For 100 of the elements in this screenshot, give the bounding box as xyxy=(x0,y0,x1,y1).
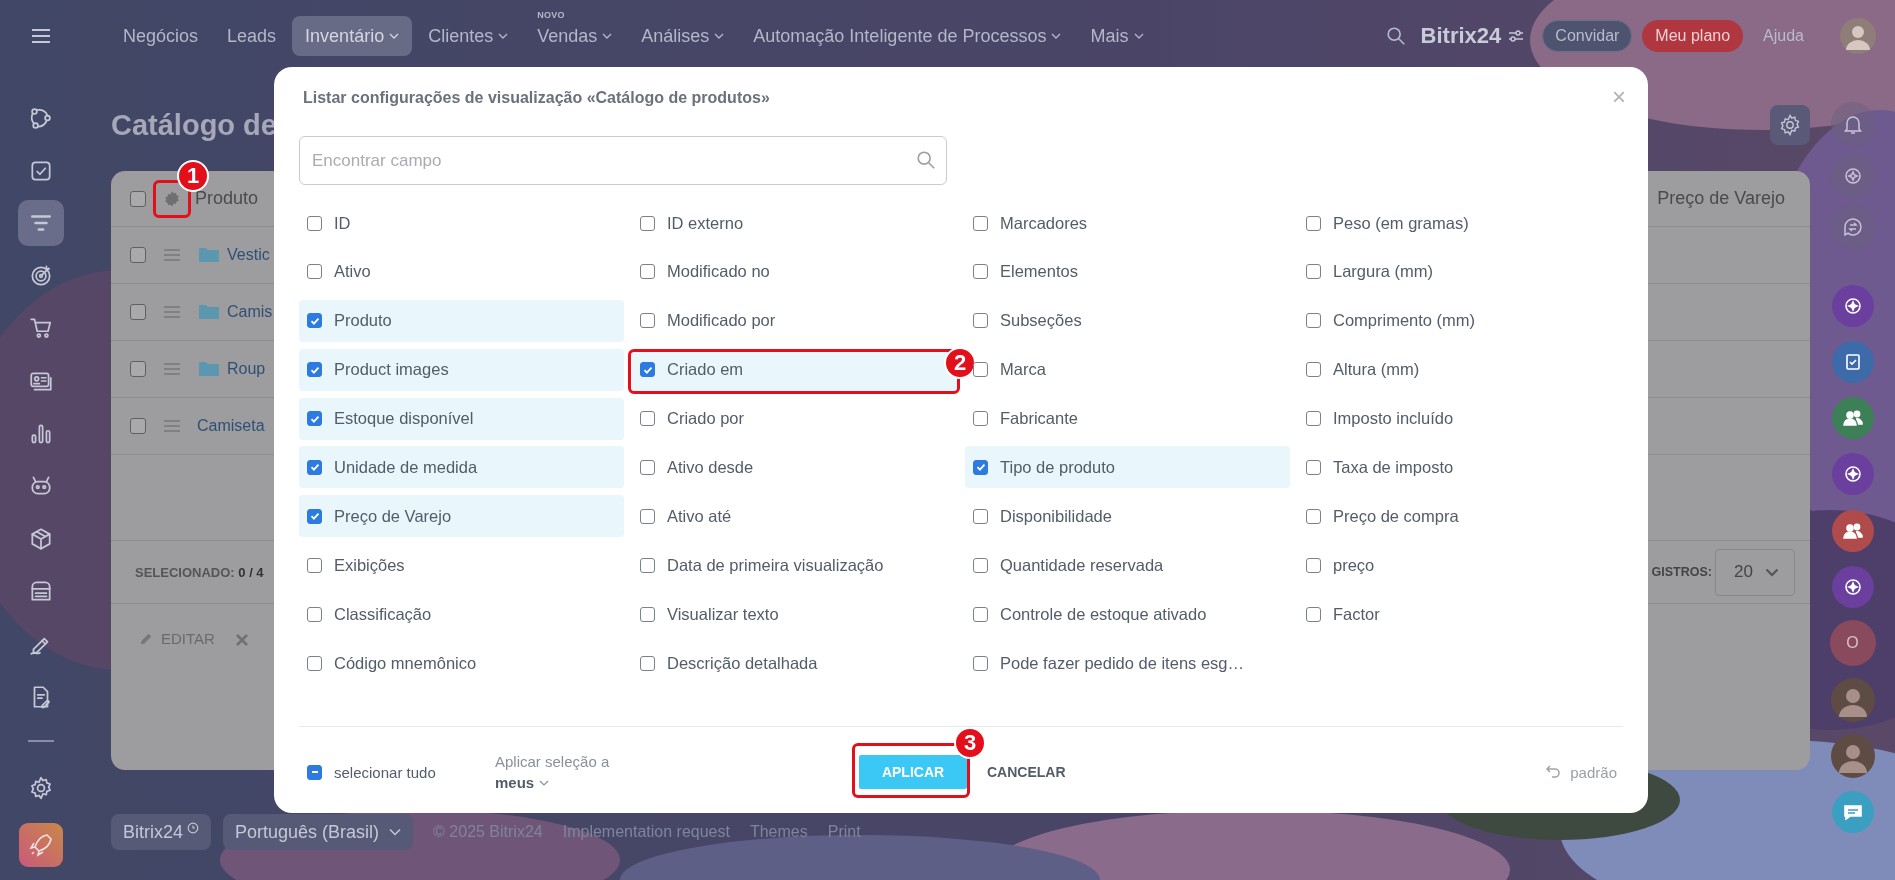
rocket-icon[interactable] xyxy=(19,823,63,868)
sparkle-icon[interactable] xyxy=(1829,451,1876,498)
search-icon[interactable] xyxy=(1384,25,1407,47)
checkbox[interactable] xyxy=(640,362,655,378)
field-option[interactable]: Ativo xyxy=(299,250,624,293)
invite-button[interactable]: Convidar xyxy=(1542,20,1633,52)
field-option[interactable]: Fabricante xyxy=(965,397,1290,440)
search-icon[interactable] xyxy=(915,149,937,171)
field-option[interactable]: Estoque disponível xyxy=(299,397,624,440)
checkbox[interactable] xyxy=(307,411,322,427)
nav-tab[interactable]: Leads xyxy=(214,16,290,56)
checkbox[interactable] xyxy=(973,557,988,573)
cancel-button[interactable]: CANCELAR xyxy=(981,763,1072,781)
checkbox[interactable] xyxy=(1306,215,1321,231)
checkbox[interactable] xyxy=(973,655,988,671)
checkbox[interactable] xyxy=(1306,313,1321,329)
checkbox[interactable] xyxy=(1306,606,1321,622)
field-option[interactable]: ID externo xyxy=(632,202,957,244)
nav-tab[interactable]: Mais xyxy=(1077,16,1157,56)
avatar[interactable] xyxy=(1840,18,1876,54)
checkbox[interactable] xyxy=(973,459,988,475)
language-select[interactable]: Português (Brasil) xyxy=(223,814,414,850)
people-icon[interactable] xyxy=(1829,507,1876,554)
checkbox[interactable] xyxy=(307,764,322,780)
field-option[interactable]: Pode fazer pedido de itens esg… xyxy=(965,642,1290,684)
nav-tab[interactable]: Inventário xyxy=(292,16,413,56)
field-option[interactable]: Preço de compra xyxy=(1298,495,1623,538)
checkbox[interactable] xyxy=(973,411,988,427)
checkbox[interactable] xyxy=(640,459,655,475)
field-option[interactable]: preço xyxy=(1298,544,1623,587)
checkbox[interactable] xyxy=(973,606,988,622)
checkbox[interactable] xyxy=(130,247,146,263)
checkbox[interactable] xyxy=(973,362,988,378)
checkbox[interactable] xyxy=(130,361,146,377)
drag-handle-icon[interactable] xyxy=(163,362,181,376)
checkbox[interactable] xyxy=(307,508,322,524)
checkbox[interactable] xyxy=(1306,508,1321,524)
menu-icon[interactable] xyxy=(31,28,51,44)
settings-icon[interactable] xyxy=(28,774,54,801)
field-option[interactable]: Unidade de medida xyxy=(299,446,624,489)
checkbox[interactable] xyxy=(640,655,655,671)
checkbox[interactable] xyxy=(1306,557,1321,573)
checkbox[interactable] xyxy=(973,508,988,524)
field-option[interactable]: Quantidade reservada xyxy=(965,544,1290,587)
field-option[interactable]: Classificação xyxy=(299,593,624,636)
checkbox[interactable] xyxy=(640,557,655,573)
column-header[interactable]: Preço de Varejo xyxy=(1657,188,1785,209)
checkbox[interactable] xyxy=(640,606,655,622)
sparkle-icon[interactable] xyxy=(1829,282,1876,329)
field-option[interactable]: Data de primeira visualização xyxy=(632,544,957,587)
field-option[interactable]: Tipo de produto xyxy=(965,446,1290,489)
select-all-checkbox[interactable]: selecionar tudo xyxy=(299,763,495,781)
checkbox[interactable] xyxy=(307,215,322,231)
sidebar-item[interactable] xyxy=(18,200,64,247)
avatar[interactable] xyxy=(1829,732,1876,779)
toggle-icon[interactable] xyxy=(1508,30,1525,42)
brand-button[interactable]: Bitrix24 xyxy=(111,814,212,850)
field-option[interactable]: Elementos xyxy=(965,250,1290,293)
people-icon[interactable] xyxy=(1829,395,1876,442)
search-field[interactable]: Encontrar campo xyxy=(299,136,947,185)
checkbox[interactable] xyxy=(973,264,988,280)
checkbox[interactable] xyxy=(1306,459,1321,475)
nav-tab[interactable]: Automação Inteligente de Processos xyxy=(740,16,1075,56)
checkbox[interactable] xyxy=(307,313,322,329)
checkbox[interactable] xyxy=(130,190,146,207)
field-option[interactable]: Modificado por xyxy=(632,299,957,342)
checkbox[interactable] xyxy=(307,459,322,475)
bell-icon[interactable] xyxy=(1829,101,1876,147)
nav-tab[interactable]: Negócios xyxy=(110,16,212,56)
checkbox[interactable] xyxy=(640,313,655,329)
field-option[interactable]: Taxa de imposto xyxy=(1298,446,1623,489)
checkbox[interactable] xyxy=(307,655,322,671)
drag-handle-icon[interactable] xyxy=(163,305,181,319)
nav-tab[interactable]: Análises xyxy=(628,16,738,56)
field-option[interactable]: Marcadores xyxy=(965,202,1290,244)
field-option[interactable]: Largura (mm) xyxy=(1298,250,1623,293)
checkbox[interactable] xyxy=(307,557,322,573)
checkbox[interactable] xyxy=(640,411,655,427)
logo[interactable]: Bitrix24 xyxy=(1420,23,1502,49)
field-option[interactable]: Produto xyxy=(299,299,624,342)
field-option[interactable]: Disponibilidade xyxy=(965,495,1290,538)
checkbox[interactable] xyxy=(130,418,146,434)
field-option[interactable]: Código mnemônico xyxy=(299,642,624,684)
field-option[interactable]: Comprimento (mm) xyxy=(1298,299,1623,342)
field-option[interactable]: ID xyxy=(299,202,624,244)
drag-handle-icon[interactable] xyxy=(163,248,181,262)
checkbox[interactable] xyxy=(130,304,146,320)
chat-icon[interactable] xyxy=(1829,204,1876,250)
field-option[interactable]: Preço de Varejo xyxy=(299,495,624,538)
avatar[interactable] xyxy=(1829,676,1876,723)
checkbox[interactable] xyxy=(1306,411,1321,427)
settings-icon[interactable] xyxy=(1770,105,1810,145)
field-option[interactable]: Imposto incluído xyxy=(1298,397,1623,440)
field-option[interactable]: Altura (mm) xyxy=(1298,348,1623,391)
checklist-icon[interactable] xyxy=(1829,338,1876,385)
field-option[interactable]: Exibições xyxy=(299,544,624,587)
checkbox[interactable] xyxy=(1306,362,1321,378)
field-option[interactable]: Modificado no xyxy=(632,250,957,293)
chat-icon[interactable] xyxy=(1829,789,1876,836)
page-size-select[interactable]: 20 xyxy=(1715,548,1795,596)
